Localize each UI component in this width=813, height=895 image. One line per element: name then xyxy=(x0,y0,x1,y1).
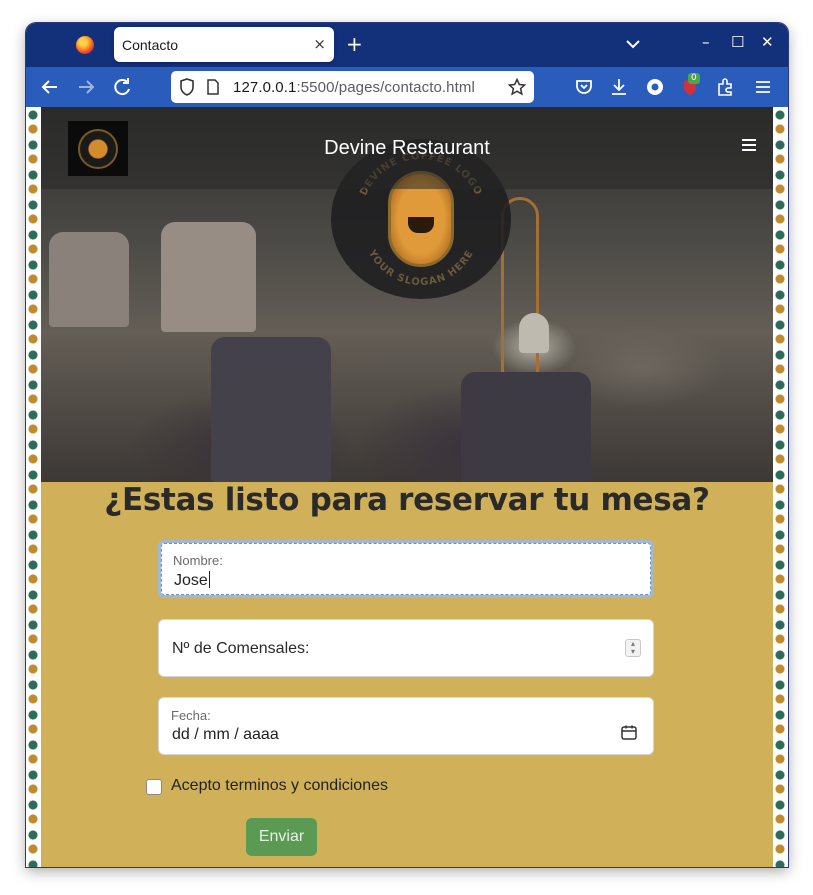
account-icon[interactable] xyxy=(643,75,667,99)
tab-contacto[interactable]: Contacto × xyxy=(114,27,334,62)
extensions-puzzle-icon[interactable] xyxy=(714,75,738,99)
reload-icon[interactable] xyxy=(110,75,134,99)
guests-field[interactable]: Nº de Comensales: ▴ ▾ xyxy=(158,619,654,677)
number-spinner-icon[interactable]: ▴ ▾ xyxy=(625,639,641,657)
tab-close-icon[interactable]: × xyxy=(313,35,326,53)
background-pattern-right xyxy=(773,107,788,867)
brand-name[interactable]: Devine Restaurant xyxy=(41,137,773,160)
date-label: Fecha: xyxy=(171,708,211,723)
menu-icon[interactable] xyxy=(751,75,775,99)
bookmark-star-icon[interactable] xyxy=(508,78,526,96)
reservation-title: ¿Estas listo para reservar tu mesa? xyxy=(104,482,710,518)
site-header: Devine Restaurant xyxy=(41,107,773,189)
date-field[interactable]: Fecha: dd / mm / aaaa xyxy=(158,697,654,755)
page-viewport[interactable]: DEVINE COFFEE LOGO YOUR SLOGAN HERE Devi… xyxy=(26,107,788,867)
pocket-icon[interactable] xyxy=(572,75,596,99)
forward-arrow-icon[interactable] xyxy=(74,75,98,99)
background-pattern-left xyxy=(26,107,41,867)
back-arrow-icon[interactable] xyxy=(38,75,62,99)
page-icon[interactable] xyxy=(207,79,219,95)
tab-title: Contacto xyxy=(122,37,179,53)
name-input[interactable]: Jose xyxy=(174,571,210,590)
url-text[interactable]: 127.0.0.1:5500/pages/contacto.html xyxy=(233,79,475,96)
submit-button[interactable]: Enviar xyxy=(246,818,317,856)
address-bar[interactable]: 127.0.0.1:5500/pages/contacto.html xyxy=(171,71,534,103)
tab-strip: Contacto × + – ☐ ✕ xyxy=(26,23,788,67)
close-window-icon[interactable]: ✕ xyxy=(761,33,774,51)
terms-label[interactable]: Acepto terminos y condiciones xyxy=(171,777,388,795)
downloads-icon[interactable] xyxy=(607,75,631,99)
calendar-icon[interactable] xyxy=(621,725,637,740)
list-all-tabs-chevron-icon[interactable] xyxy=(623,34,643,54)
text-caret xyxy=(208,571,210,588)
date-input[interactable]: dd / mm / aaaa xyxy=(172,726,279,744)
coffee-cup-icon xyxy=(408,217,434,233)
minimize-icon[interactable]: – xyxy=(702,33,710,51)
nav-toolbar: 127.0.0.1:5500/pages/contacto.html 0 xyxy=(26,67,788,107)
maximize-icon[interactable]: ☐ xyxy=(731,33,744,51)
name-label: Nombre: xyxy=(173,553,223,568)
reservation-section: ¿Estas listo para reservar tu mesa? Nomb… xyxy=(41,482,773,867)
guests-input[interactable]: Nº de Comensales: xyxy=(172,640,309,658)
browser-window: Contacto × + – ☐ ✕ 127.0.0.1:5500/pages/… xyxy=(26,23,788,867)
new-tab-icon[interactable]: + xyxy=(346,32,363,56)
extension-badge: 0 xyxy=(688,73,700,84)
shield-icon[interactable] xyxy=(179,78,195,96)
firefox-icon xyxy=(76,36,94,54)
terms-checkbox[interactable] xyxy=(146,779,162,795)
hamburger-menu-icon[interactable] xyxy=(742,139,756,151)
name-field[interactable]: Nombre: Jose xyxy=(158,540,654,598)
